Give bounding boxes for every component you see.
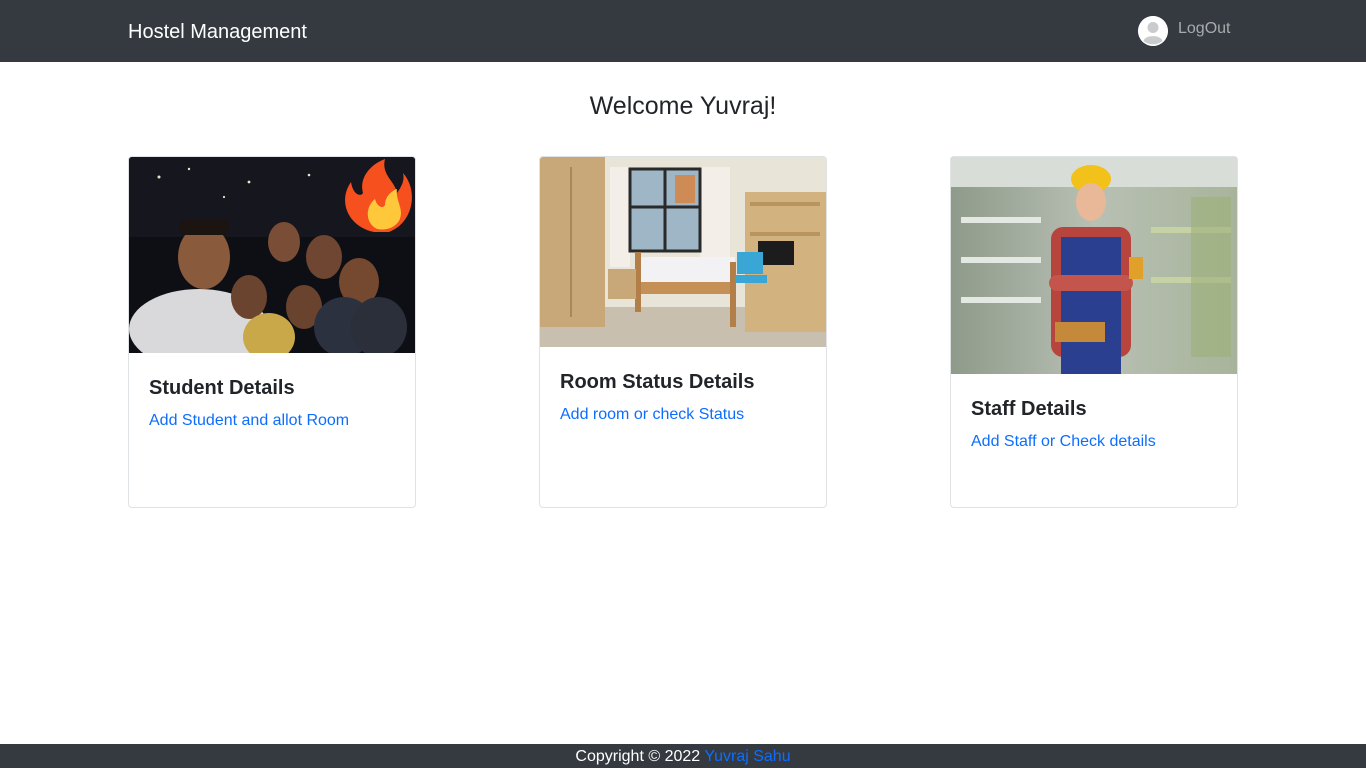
student-details-card: Student Details Add Student and allot Ro… [128, 156, 416, 508]
top-navbar: Hostel Management LogOut [0, 0, 1366, 62]
add-student-link[interactable]: Add Student and allot Room [149, 411, 349, 431]
add-staff-link[interactable]: Add Staff or Check details [971, 432, 1156, 452]
page-footer: Copyright © 2022 Yuvraj Sahu [0, 744, 1366, 768]
add-room-link[interactable]: Add room or check Status [560, 405, 744, 425]
author-link[interactable]: Yuvraj Sahu [704, 748, 790, 765]
user-avatar-icon [1138, 16, 1168, 46]
card-title: Student Details [149, 377, 295, 399]
group-selfie-photo [129, 157, 415, 353]
navbar-brand[interactable]: Hostel Management [128, 19, 307, 45]
logout-button[interactable]: LogOut [1138, 16, 1230, 46]
card-title: Room Status Details [560, 371, 755, 393]
welcome-heading: Welcome Yuvraj! [589, 92, 777, 120]
hostel-room-photo [540, 157, 826, 347]
staff-details-card: Staff Details Add Staff or Check details [950, 156, 1238, 508]
worker-photo [951, 157, 1237, 374]
room-status-card: Room Status Details Add room or check St… [539, 156, 827, 508]
logout-label: LogOut [1178, 20, 1231, 37]
copyright-text: Copyright © 2022 [575, 748, 705, 765]
card-title: Staff Details [971, 398, 1087, 420]
